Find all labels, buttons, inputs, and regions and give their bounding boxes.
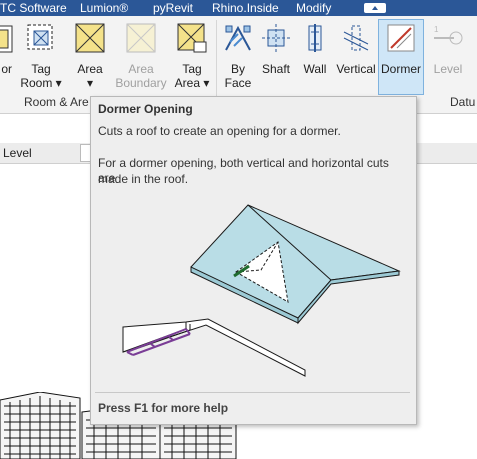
area-boundary-button[interactable]: Area Boundary: [112, 20, 170, 92]
area-boundary-label2: Boundary: [115, 76, 167, 90]
room-separator-button[interactable]: or: [0, 20, 14, 92]
shaft-icon: [262, 24, 290, 52]
tag-area-icon: [177, 23, 207, 53]
dormer-label: Dormer: [380, 62, 421, 76]
area-boundary-icon: [126, 23, 156, 53]
tab-lumion[interactable]: Lumion®: [80, 1, 128, 15]
tag-room-label1: Tag: [31, 62, 51, 76]
shaft-label: Shaft: [261, 62, 291, 76]
ribbon-tab-bar: TC Software Lumion® pyRevit Rhino.Inside…: [0, 0, 477, 16]
wall-opening-icon: [308, 24, 322, 52]
tab-pyrevit[interactable]: pyRevit: [153, 1, 193, 15]
tag-room-icon: [27, 24, 53, 50]
svg-text:1: 1: [434, 25, 439, 34]
tag-room-button[interactable]: Tag Room ▾: [20, 20, 62, 92]
room-icon: [0, 25, 13, 53]
area-icon: [75, 23, 105, 53]
tab-tc-software[interactable]: TC Software: [0, 1, 67, 15]
tooltip-detail-line2: made in the roof.: [98, 172, 189, 186]
wall-label: Wall: [303, 62, 327, 76]
room-button-label2: or: [1, 62, 12, 76]
by-face-icon: [225, 25, 251, 51]
tooltip-divider: [95, 392, 410, 393]
dormer-icon: [387, 24, 415, 52]
shaft-button[interactable]: Shaft: [258, 20, 294, 92]
level-label: Level: [433, 62, 463, 76]
tooltip-title: Dormer Opening: [98, 102, 193, 116]
vertical-opening-icon: [343, 25, 369, 51]
level-view-label[interactable]: Level: [3, 146, 32, 160]
tag-area-label1: Tag: [182, 62, 202, 76]
dormer-opening-illustration: [122, 204, 401, 377]
tag-area-button[interactable]: Tag Area ▾: [172, 20, 212, 92]
tab-modify[interactable]: Modify: [296, 1, 331, 15]
tag-area-label2: Area ▾: [174, 76, 210, 90]
area-label1: Area: [77, 62, 103, 76]
vertical-label: Vertical: [336, 62, 376, 76]
dormer-button[interactable]: Dormer: [378, 19, 424, 95]
area-button[interactable]: Area ▾: [70, 20, 110, 92]
dormer-opening-tooltip: Dormer Opening Cuts a roof to create an …: [90, 96, 417, 425]
by-face-label1: By: [230, 62, 245, 76]
area-boundary-label1: Area: [128, 62, 154, 76]
ribbon-display-toggle-icon[interactable]: [364, 3, 386, 13]
datum-panel-label: Datu: [450, 95, 476, 109]
level-button[interactable]: 1 Level: [426, 20, 470, 92]
tooltip-description: Cuts a roof to create an opening for a d…: [98, 124, 341, 138]
area-label2: ▾: [86, 76, 94, 90]
tag-room-label2: Room ▾: [20, 76, 62, 90]
wall-opening-button[interactable]: Wall: [297, 20, 333, 92]
ribbon-separator: [216, 20, 217, 104]
level-icon: 1: [434, 25, 463, 45]
by-face-button[interactable]: By Face: [220, 20, 256, 92]
by-face-label2: Face: [224, 76, 252, 90]
tab-rhino-inside[interactable]: Rhino.Inside: [212, 1, 279, 15]
room-area-panel-label: Room & Are: [24, 95, 89, 109]
tooltip-help-text: Press F1 for more help: [98, 401, 229, 415]
vertical-opening-button[interactable]: Vertical: [336, 20, 376, 92]
